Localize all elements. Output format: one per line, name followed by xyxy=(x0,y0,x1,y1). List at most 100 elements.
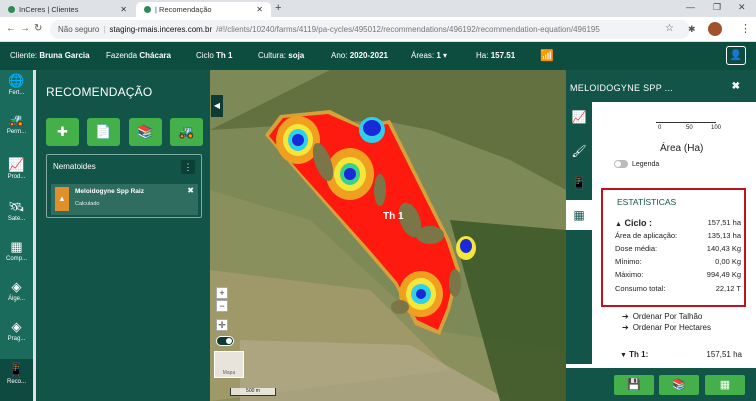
farm-info[interactable]: Fazenda Chácara xyxy=(106,51,171,60)
field-label: Th 1 xyxy=(383,211,404,222)
browser-menu-icon[interactable]: ⋮ xyxy=(740,22,751,35)
map-view[interactable]: Th 1 + − ✛ Mapa 500 m xyxy=(210,70,566,401)
details-header: MELOIDOGYNE SPP ... ✖ xyxy=(566,70,756,102)
paint-roller-icon[interactable]: 🖌 xyxy=(566,136,592,166)
crop-info[interactable]: Cultura: soja xyxy=(258,51,304,60)
back-icon[interactable]: ← xyxy=(6,23,16,34)
nav-productivity[interactable]: 📈 Prod... xyxy=(0,154,33,192)
close-window-icon[interactable]: ✕ xyxy=(738,2,746,13)
details-panel: MELOIDOGYNE SPP ... ✖ 📈 🖌 📱 ▦ 0 50 100 Á… xyxy=(566,70,756,401)
nav-satellite[interactable]: 🛰 Sate... xyxy=(0,196,33,234)
connection-wifi-icon: 📶 xyxy=(540,50,554,62)
legend-toggle[interactable]: Legenda xyxy=(614,160,659,168)
favicon-icon xyxy=(8,6,15,13)
profile-avatar[interactable] xyxy=(708,22,722,36)
remove-item-icon[interactable]: ✖ xyxy=(187,186,194,195)
item-name: Meloidogyne Spp Raiz xyxy=(75,188,144,195)
sort-by-hectares-link[interactable]: ➔ Ordenar Por Hectares xyxy=(622,323,715,332)
extensions-icon[interactable]: ✱ xyxy=(688,24,696,35)
collapse-panel-button[interactable]: ◀ xyxy=(211,95,223,117)
fertilizer-icon: 🌐 xyxy=(8,73,25,88)
axis-tick: 100 xyxy=(711,125,722,131)
recommendation-item[interactable]: ▲ Meloidogyne Spp Raiz Calculado ✖ xyxy=(51,184,198,215)
year-info[interactable]: Ano: 2020-2021 xyxy=(331,51,388,60)
nav-algebra[interactable]: ◈ Álge... xyxy=(0,276,33,314)
composition-icon: ▦ xyxy=(10,239,23,254)
chevron-up-icon[interactable]: ▲ xyxy=(615,221,622,228)
address-bar: ← → ↻ Não seguro | staging-rmais.inceres… xyxy=(0,17,756,42)
details-sidebar: 📈 🖌 📱 ▦ xyxy=(566,102,592,364)
sort-by-plot-link[interactable]: ➔ Ordenar Por Talhão xyxy=(622,312,706,321)
histogram-axis xyxy=(656,122,716,123)
minimize-icon[interactable]: — xyxy=(686,2,695,12)
library-button[interactable]: 📚 xyxy=(659,375,699,395)
cycle-info[interactable]: Ciclo Th 1 xyxy=(196,51,232,60)
nematoides-group: Nematoides ⋮ ▲ Meloidogyne Spp Raiz Calc… xyxy=(46,154,202,218)
machinery-button[interactable]: 🚜 xyxy=(170,118,203,146)
nav-permanent[interactable]: 🚜 Perm... xyxy=(0,109,33,147)
user-account-button[interactable]: 👤 xyxy=(726,46,746,65)
library-button[interactable]: 📚 xyxy=(129,118,162,146)
browser-tab-clientes[interactable]: InCeres | Clientes ✕ xyxy=(0,2,135,17)
nav-pests[interactable]: ◈ Prag... xyxy=(0,316,33,354)
arrow-right-icon: ➔ xyxy=(622,323,629,332)
reload-icon[interactable]: ↻ xyxy=(34,23,42,34)
chart-line-icon[interactable]: 📈 xyxy=(566,102,592,132)
axis-tick: 0 xyxy=(658,125,662,131)
basemap-selector[interactable]: Mapa xyxy=(214,351,244,378)
legend-switch[interactable] xyxy=(614,160,628,168)
close-tab-icon[interactable]: ✕ xyxy=(120,5,127,14)
add-button[interactable]: ✚ xyxy=(46,118,79,146)
security-indicator[interactable]: Não seguro xyxy=(58,25,99,34)
save-icon: 💾 xyxy=(627,379,641,391)
calculator-icon[interactable]: ▦ xyxy=(566,200,592,230)
recommendation-panel: RECOMENDAÇÃO ✚ 📄 📚 🚜 Nematoides ⋮ ▲ Melo… xyxy=(36,70,210,401)
axis-tick: 50 xyxy=(686,125,693,131)
chart-line-icon: 📈 xyxy=(8,157,25,172)
nav-recommendation[interactable]: 📱 Reco... xyxy=(0,359,33,401)
browser-tabbar: InCeres | Clientes ✕ | Recomendação ✕ + … xyxy=(0,0,756,17)
url-path: /#!/clients/10240/farms/4119/pa-cycles/4… xyxy=(216,25,600,34)
restore-icon[interactable]: ❐ xyxy=(713,2,721,13)
close-icon[interactable]: ✖ xyxy=(732,81,740,92)
stat-row: Área de aplicação: 135,13 ha xyxy=(615,231,741,240)
report-button[interactable]: 📄 xyxy=(87,118,120,146)
fullscreen-button[interactable]: ✛ xyxy=(216,319,228,331)
tab-label: InCeres | Clientes xyxy=(19,5,79,14)
plot-row-th1[interactable]: ▼ Th 1: 157,51 ha xyxy=(620,350,742,359)
browser-tab-recomendacao[interactable]: | Recomendação ✕ xyxy=(136,2,271,17)
url-input[interactable]: Não seguro | staging-rmais.inceres.com.b… xyxy=(50,20,690,39)
areas-select[interactable]: Áreas: 1 ▾ xyxy=(411,51,447,60)
panel-title: RECOMENDAÇÃO xyxy=(46,85,153,99)
client-info[interactable]: Cliente: Bruna Garcia xyxy=(10,51,90,60)
plus-icon: ✚ xyxy=(57,124,68,139)
document-icon: 📄 xyxy=(95,124,112,139)
arrow-right-icon: ➔ xyxy=(622,312,629,321)
layers-icon: ◈ xyxy=(11,279,22,294)
tractor-icon: 🚜 xyxy=(178,124,195,139)
nav-composition[interactable]: ▦ Comp... xyxy=(0,236,33,274)
chevron-down-icon: ▼ xyxy=(620,352,627,359)
stat-cycle: ▲ Ciclo : 157,51 ha xyxy=(615,218,741,228)
recommendation-icon: 📱 xyxy=(8,362,25,377)
layer-toggle[interactable] xyxy=(216,336,234,346)
layers-icon: ◈ xyxy=(11,319,22,334)
new-tab-icon[interactable]: + xyxy=(275,2,281,14)
close-tab-icon[interactable]: ✕ xyxy=(256,5,263,14)
forward-icon[interactable]: → xyxy=(20,23,30,34)
zoom-in-button[interactable]: + xyxy=(216,287,228,299)
zoom-out-button[interactable]: − xyxy=(216,300,228,312)
url-host: staging-rmais.inceres.com.br xyxy=(109,25,213,34)
calculator-button[interactable]: ▦ xyxy=(705,375,745,395)
books-icon: 📚 xyxy=(137,124,154,139)
save-button[interactable]: 💾 xyxy=(614,375,654,395)
item-status: Calculado xyxy=(75,201,100,207)
mobile-icon[interactable]: 📱 xyxy=(566,168,592,198)
tab-label: | Recomendação xyxy=(155,5,212,14)
stat-row: Consumo total: 22,12 T xyxy=(615,284,741,293)
bookmark-star-icon[interactable]: ☆ xyxy=(665,23,674,34)
books-icon: 📚 xyxy=(672,379,686,391)
stat-row: Máximo: 994,49 Kg xyxy=(615,270,741,279)
more-options-icon[interactable]: ⋮ xyxy=(181,160,195,174)
nav-fertility[interactable]: 🌐 Fert... xyxy=(0,70,33,108)
